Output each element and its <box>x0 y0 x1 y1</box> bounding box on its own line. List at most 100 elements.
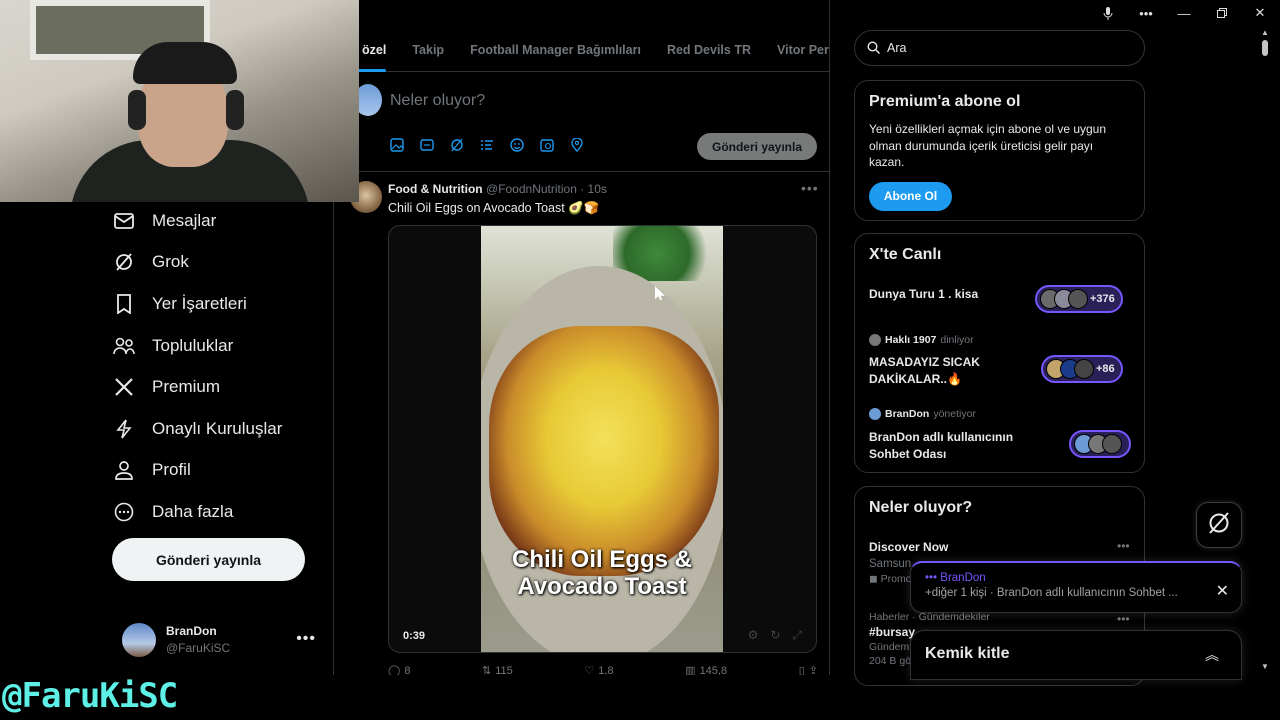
space-item[interactable]: Dunya Turu 1 . kisa <box>869 286 1029 303</box>
space-host: BranDon <box>885 408 930 420</box>
tab-football-manager[interactable]: Football Manager Bağımlıları <box>457 28 654 72</box>
avatar <box>122 623 156 657</box>
bookmark-button[interactable]: ▯ ⇪ <box>799 664 818 675</box>
webcam-overlay <box>0 0 359 202</box>
sidebar-item-messages[interactable]: Mesajlar <box>112 200 332 242</box>
notification-text: +diğer 1 kişi · BranDon adlı kullanıcını… <box>925 587 1178 599</box>
communities-icon <box>112 334 136 358</box>
space-item[interactable]: Haklı 1907 dinliyor MASADAYIZ SICAK DAKİK… <box>869 334 1039 387</box>
x-logo-icon <box>112 375 136 399</box>
video-controls: ⚙ ↻ ⤢ <box>748 628 802 643</box>
sidebar-item-label: Yer İşaretleri <box>152 293 247 313</box>
lightning-icon <box>112 417 136 441</box>
sidebar-item-profile[interactable]: Profil <box>112 450 332 492</box>
live-title: X'te Canlı <box>869 246 942 263</box>
grok-icon <box>112 250 136 274</box>
tab-red-devils[interactable]: Red Devils TR <box>654 28 764 72</box>
sidebar-nav: Mesajlar Grok Yer İşaretleri Topluluklar… <box>112 200 332 533</box>
subscribe-button[interactable]: Abone Ol <box>869 181 952 211</box>
maximize-icon[interactable] <box>1214 8 1230 18</box>
minimize-icon[interactable]: — <box>1176 6 1192 21</box>
reply-button[interactable]: ◯ 8 <box>388 664 411 676</box>
bookmark-icon: ▯ <box>798 665 805 675</box>
tab-vitor-pere[interactable]: Vitor Pere <box>764 28 829 72</box>
search-placeholder: Ara <box>887 41 907 55</box>
sidebar-item-bookmarks[interactable]: Yer İşaretleri <box>112 283 332 325</box>
promoted-icon: ◼ <box>869 573 881 585</box>
premium-text: Yeni özellikleri açmak için abone ol ve … <box>869 122 1107 169</box>
tweet-actions: ◯ 8 ⇅ 115 ♡ 1,8 ▥ 145,8 ▯ ⇪ <box>388 664 818 676</box>
scroll-down-icon[interactable]: ▼ <box>1261 662 1269 671</box>
sidebar-item-grok[interactable]: Grok <box>112 242 332 284</box>
grok-icon[interactable] <box>450 138 466 154</box>
trends-title: Neler oluyor? <box>869 499 973 516</box>
space-listeners-pill[interactable] <box>1069 430 1131 458</box>
scroll-up-icon[interactable]: ▲ <box>1261 28 1269 37</box>
retweet-icon: ⇅ <box>482 665 492 675</box>
space-listeners-pill[interactable]: +86 <box>1041 355 1123 383</box>
mic-icon[interactable] <box>1100 6 1116 20</box>
tweet-time[interactable]: · 10s <box>580 182 607 196</box>
more-icon[interactable]: ••• <box>296 630 316 648</box>
schedule-icon[interactable] <box>540 138 556 154</box>
more-icon[interactable]: ••• <box>801 180 819 196</box>
chat-title: Kemik kitle <box>925 645 1010 662</box>
space-meta: BranDon yönetiyor <box>869 408 1039 420</box>
sidebar-item-label: Topluluklar <box>152 335 234 355</box>
search-input[interactable]: Ara <box>854 30 1145 66</box>
video-frame[interactable]: Chili Oil Eggs & Avocado Toast <box>481 226 723 652</box>
gif-icon[interactable] <box>420 138 436 154</box>
more-icon[interactable]: ••• <box>1117 612 1130 626</box>
avatar <box>869 334 881 346</box>
sidebar-item-label: Mesajlar <box>152 210 217 230</box>
divider <box>334 171 829 172</box>
account-switcher[interactable]: BranDon @FaruKiSC ••• <box>122 620 322 660</box>
emoji-icon[interactable] <box>510 138 526 154</box>
timeline-tabs: ana özel Takip Football Manager Bağımlıl… <box>334 28 829 72</box>
reply-count: 8 <box>404 664 411 676</box>
sidebar-item-premium[interactable]: Premium <box>112 366 332 408</box>
sidebar-item-verified-orgs[interactable]: Onaylı Kuruluşlar <box>112 408 332 450</box>
more-icon[interactable]: ••• <box>1117 539 1130 553</box>
compose-post-button[interactable]: Gönderi yayınla <box>697 133 817 160</box>
more-icon[interactable]: ••• <box>1138 6 1154 21</box>
tweet-video[interactable]: Chili Oil Eggs & Avocado Toast 0:39 ⚙ ↻ … <box>388 225 817 653</box>
tweet-handle[interactable]: @FoodnNutrition <box>486 182 577 196</box>
chart-icon: ▥ <box>685 665 696 675</box>
sidebar-item-label: Premium <box>152 377 221 397</box>
retweet-button[interactable]: ⇅ 115 <box>482 664 513 676</box>
views-button[interactable]: ▥ 145,8 <box>685 664 727 676</box>
grok-button[interactable] <box>1196 502 1242 548</box>
image-icon[interactable] <box>390 138 406 154</box>
space-notification[interactable]: ••• BranDon +diğer 1 kişi · BranDon adlı… <box>910 561 1242 613</box>
retweet-count: 115 <box>495 664 513 676</box>
space-host: Haklı 1907 <box>885 334 937 346</box>
listener-count: +86 <box>1096 363 1115 375</box>
overlay-handle: @FaruKiSC <box>2 676 178 716</box>
space-role: yönetiyor <box>933 408 976 420</box>
like-count: 1,8 <box>598 664 614 676</box>
scrollbar-thumb[interactable] <box>1262 40 1268 56</box>
tab-following[interactable]: Takip <box>399 28 457 72</box>
chat-drawer[interactable]: Kemik kitle ︽ <box>910 630 1242 680</box>
sidebar-item-more[interactable]: Daha fazla <box>112 491 332 533</box>
tweet-author[interactable]: Food & Nutrition <box>388 182 483 196</box>
space-title: Dunya Turu 1 . kisa <box>869 287 979 301</box>
scrollbar[interactable]: ▲ ▼ <box>1259 26 1271 676</box>
compose-input[interactable]: Neler oluyor? <box>390 92 485 110</box>
share-icon[interactable]: ⇪ <box>809 664 818 675</box>
sidebar-post-button[interactable]: Gönderi yayınla <box>112 538 305 581</box>
replay-icon[interactable]: ↻ <box>770 628 780 643</box>
space-item[interactable]: BranDon yönetiyor BranDon adlı kullanıcın… <box>869 408 1039 462</box>
settings-icon[interactable]: ⚙ <box>748 628 759 643</box>
space-listeners-pill[interactable]: +376 <box>1035 285 1123 313</box>
chevron-up-icon[interactable]: ︽ <box>1205 645 1219 665</box>
notification-title: ••• BranDon <box>925 572 986 584</box>
close-icon[interactable]: ✕ <box>1216 581 1229 601</box>
fullscreen-icon[interactable]: ⤢ <box>792 628 802 643</box>
poll-icon[interactable] <box>480 138 496 154</box>
like-button[interactable]: ♡ 1,8 <box>584 664 614 676</box>
location-icon[interactable] <box>570 138 586 154</box>
sidebar-item-communities[interactable]: Topluluklar <box>112 325 332 367</box>
close-icon[interactable]: ✕ <box>1252 5 1268 21</box>
